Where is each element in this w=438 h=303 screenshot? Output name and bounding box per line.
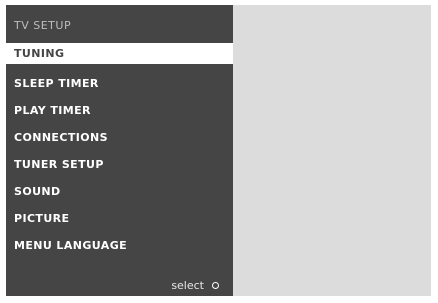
menu-title: TV SETUP	[14, 19, 72, 32]
select-hint-label: select	[171, 279, 204, 292]
content-panel	[233, 5, 431, 296]
menu-item-sound[interactable]: SOUND	[6, 178, 233, 205]
circle-icon	[212, 282, 219, 289]
menu-item-sleep-timer[interactable]: SLEEP TIMER	[6, 70, 233, 97]
menu-item-tuning[interactable]: TUNING	[6, 43, 233, 64]
tv-screen: TV SETUP TUNING SLEEP TIMER PLAY TIMER C…	[6, 5, 431, 296]
menu-panel: TV SETUP TUNING SLEEP TIMER PLAY TIMER C…	[6, 5, 233, 296]
menu-item-connections[interactable]: CONNECTIONS	[6, 124, 233, 151]
select-hint: select	[171, 279, 219, 292]
menu-item-play-timer[interactable]: PLAY TIMER	[6, 97, 233, 124]
menu-item-tuner-setup[interactable]: TUNER SETUP	[6, 151, 233, 178]
menu-item-picture[interactable]: PICTURE	[6, 205, 233, 232]
menu-list: TUNING SLEEP TIMER PLAY TIMER CONNECTION…	[6, 43, 233, 259]
menu-item-menu-language[interactable]: MENU LANGUAGE	[6, 232, 233, 259]
